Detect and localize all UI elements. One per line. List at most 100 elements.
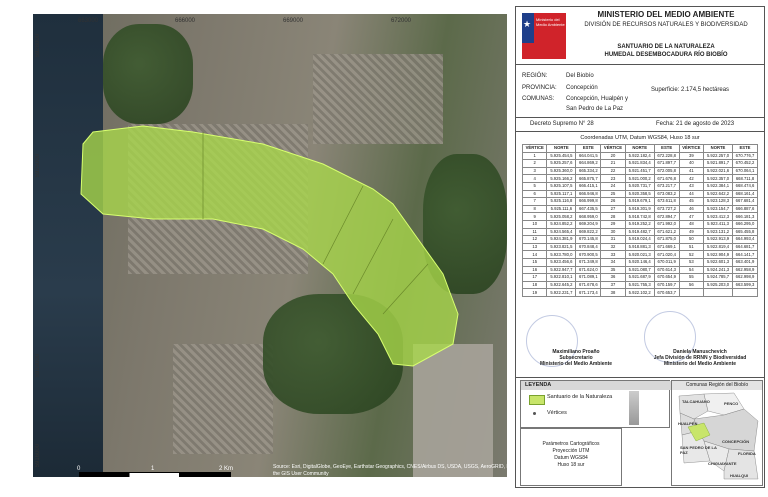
table-cell: 43 [678, 181, 705, 191]
table-cell: 16 [521, 265, 548, 275]
table-cell: 666.295,0 [731, 219, 759, 229]
coord-label-left: 5928000 [35, 34, 41, 58]
table-cell: 51 [678, 242, 705, 252]
table-cell: 5.919.679,1 [624, 197, 655, 206]
table-cell: 5.920.731,7 [624, 181, 655, 191]
table-cell: 671.624,0 [575, 265, 602, 275]
table-cell: 670.452,2 [731, 159, 759, 168]
table-cell: 22 [600, 166, 626, 176]
signature-left: Maximiliano Proaño Subsecretario Ministe… [539, 349, 613, 367]
table-cell: 9 [521, 212, 548, 221]
table-cell: 670.900,5 [575, 250, 602, 259]
table-row: 15 5.923.456,6 671.349,8 34 5.920.146,4 670.0… [521, 257, 759, 267]
table-cell: 28 [600, 212, 626, 221]
table-cell: 665.334,2 [575, 166, 602, 176]
table-cell: 5.920.146,4 [624, 257, 655, 267]
satellite-map[interactable]: 663000 666000 669000 672000 5928000 5925… [33, 14, 507, 477]
table-cell: 665.455,8 [731, 227, 759, 237]
provincia-value: Concepción [566, 85, 598, 91]
table-cell: 5.922.231,7 [546, 288, 577, 297]
table-row: 8 5.925.111,6 667.435,5 27 5.919.301,9 673.72… [521, 204, 759, 214]
table-cell: 2 [521, 159, 548, 168]
table-cell: 5.918.881,3 [624, 242, 655, 252]
table-cell: 5.922.904,9 [703, 250, 733, 259]
table-cell: 670.776,7 [731, 151, 759, 161]
legend-box: LEYENDA Santuario de la Naturaleza Vérti… [520, 380, 673, 428]
table-cell: 670.848,4 [575, 242, 602, 252]
table-cell: 667.681,4 [731, 197, 759, 206]
division-title: DIVISIÓN DE RECURSOS NATURALES Y BIODIVE… [584, 22, 748, 28]
table-cell: 5.923.131,2 [703, 227, 733, 237]
table-cell: 671.897,7 [653, 159, 680, 168]
table-cell: 33 [600, 250, 626, 259]
table-cell: 15 [521, 257, 548, 267]
table-cell: 671.349,8 [575, 257, 602, 267]
table-cell: 5.921.451,7 [624, 166, 655, 176]
table-cell: 7 [521, 197, 548, 206]
table-cell: 5.923.411,3 [703, 219, 733, 229]
table-cell: 670.011,9 [653, 257, 680, 267]
table-row: 9 5.925.058,2 668.959,0 28 5.918.742,8 672.89… [521, 212, 759, 221]
table-cell: 670.064,1 [731, 166, 759, 176]
table-cell: 5 [521, 181, 548, 191]
table-cell: 47 [678, 212, 705, 221]
table-cell: 10 [521, 219, 548, 229]
table-cell: 5.922.257,0 [703, 151, 733, 161]
table-cell: 5.923.456,6 [546, 257, 577, 267]
table-cell: 26 [600, 197, 626, 206]
table-cell: 670.653,7 [653, 288, 680, 297]
table-cell: 663.599,3 [731, 280, 759, 290]
table-cell: 54 [678, 265, 705, 275]
table-cell: 27 [600, 204, 626, 214]
decree-section: Decreto Supremo N° 28 Fecha: 21 de agost… [516, 117, 764, 132]
table-cell: 662.958,9 [731, 265, 759, 275]
table-cell: 5.924.241,3 [703, 265, 733, 275]
table-cell: 40 [678, 159, 705, 168]
table-cell: 36 [600, 273, 626, 282]
ministry-logo: ★ Ministerio del Medio Ambiente [522, 13, 566, 59]
table-cell: 673.083,2 [653, 189, 680, 199]
coord-label-left: 5916000 [35, 444, 41, 468]
star-icon: ★ [523, 19, 532, 29]
coord-label-top: 669000 [283, 18, 304, 24]
table-cell: 46 [678, 204, 705, 214]
table-cell: 5.924.565,4 [546, 227, 577, 237]
table-cell: 673.611,8 [653, 197, 680, 206]
table-cell: 5.919.482,7 [624, 227, 655, 237]
table-cell: 39 [678, 151, 705, 161]
table-cell: 17 [521, 273, 548, 282]
table-cell: 671.992,0 [653, 219, 680, 229]
table-cell: 30 [600, 227, 626, 237]
table-cell: 5.924.381,9 [546, 235, 577, 244]
table-cell: 666.181,3 [731, 212, 759, 221]
table-cell: 5.921.755,3 [624, 280, 655, 290]
table-cell: 672.228,8 [653, 151, 680, 161]
table-cell: 669.204,9 [575, 219, 602, 229]
comunas-map [674, 391, 760, 481]
table-cell: 662.998,9 [731, 273, 759, 282]
location-section: REGIÓN: Del Biobío PROVINCIA: Concepción… [516, 65, 764, 118]
table-row: 12 5.924.381,9 670.145,8 31 5.919.024,4 671.8… [521, 235, 759, 244]
surface-value: Superficie: 2.174,5 hectáreas [651, 87, 730, 93]
table-cell: 664.993,4 [731, 235, 759, 244]
table-cell: 5.925.166,2 [546, 174, 577, 183]
table-cell: 12 [521, 235, 548, 244]
table-cell: 664.869,2 [575, 159, 602, 168]
table-cell: 5.921.891,7 [703, 159, 733, 168]
table-cell [703, 288, 733, 297]
comunas-inset: Comunas Región del Biobío TALCAHUANO PEN… [671, 380, 763, 486]
table-cell: 5.922.819,4 [703, 242, 733, 252]
table-cell: 5.925.454,5 [546, 151, 577, 161]
table-cell: 667.435,5 [575, 204, 602, 214]
table-cell: 5.925.360,0 [546, 166, 577, 176]
table-cell: 56 [678, 280, 705, 290]
coordinates-table: VÉRTICE NORTE ESTE VÉRTICE NORTE ESTE VÉRTIC… [521, 144, 759, 297]
coord-label-top: 666000 [175, 18, 196, 24]
scale-bar [79, 472, 231, 477]
table-cell: 13 [521, 242, 548, 252]
table-cell: 5.923.780,0 [546, 250, 577, 259]
table-cell: 672.005,8 [653, 166, 680, 176]
table-cell: 666.946,8 [575, 189, 602, 199]
document-page: 663000 666000 669000 672000 5928000 5925… [0, 0, 768, 497]
table-cell: 5.924.852,2 [546, 219, 577, 229]
